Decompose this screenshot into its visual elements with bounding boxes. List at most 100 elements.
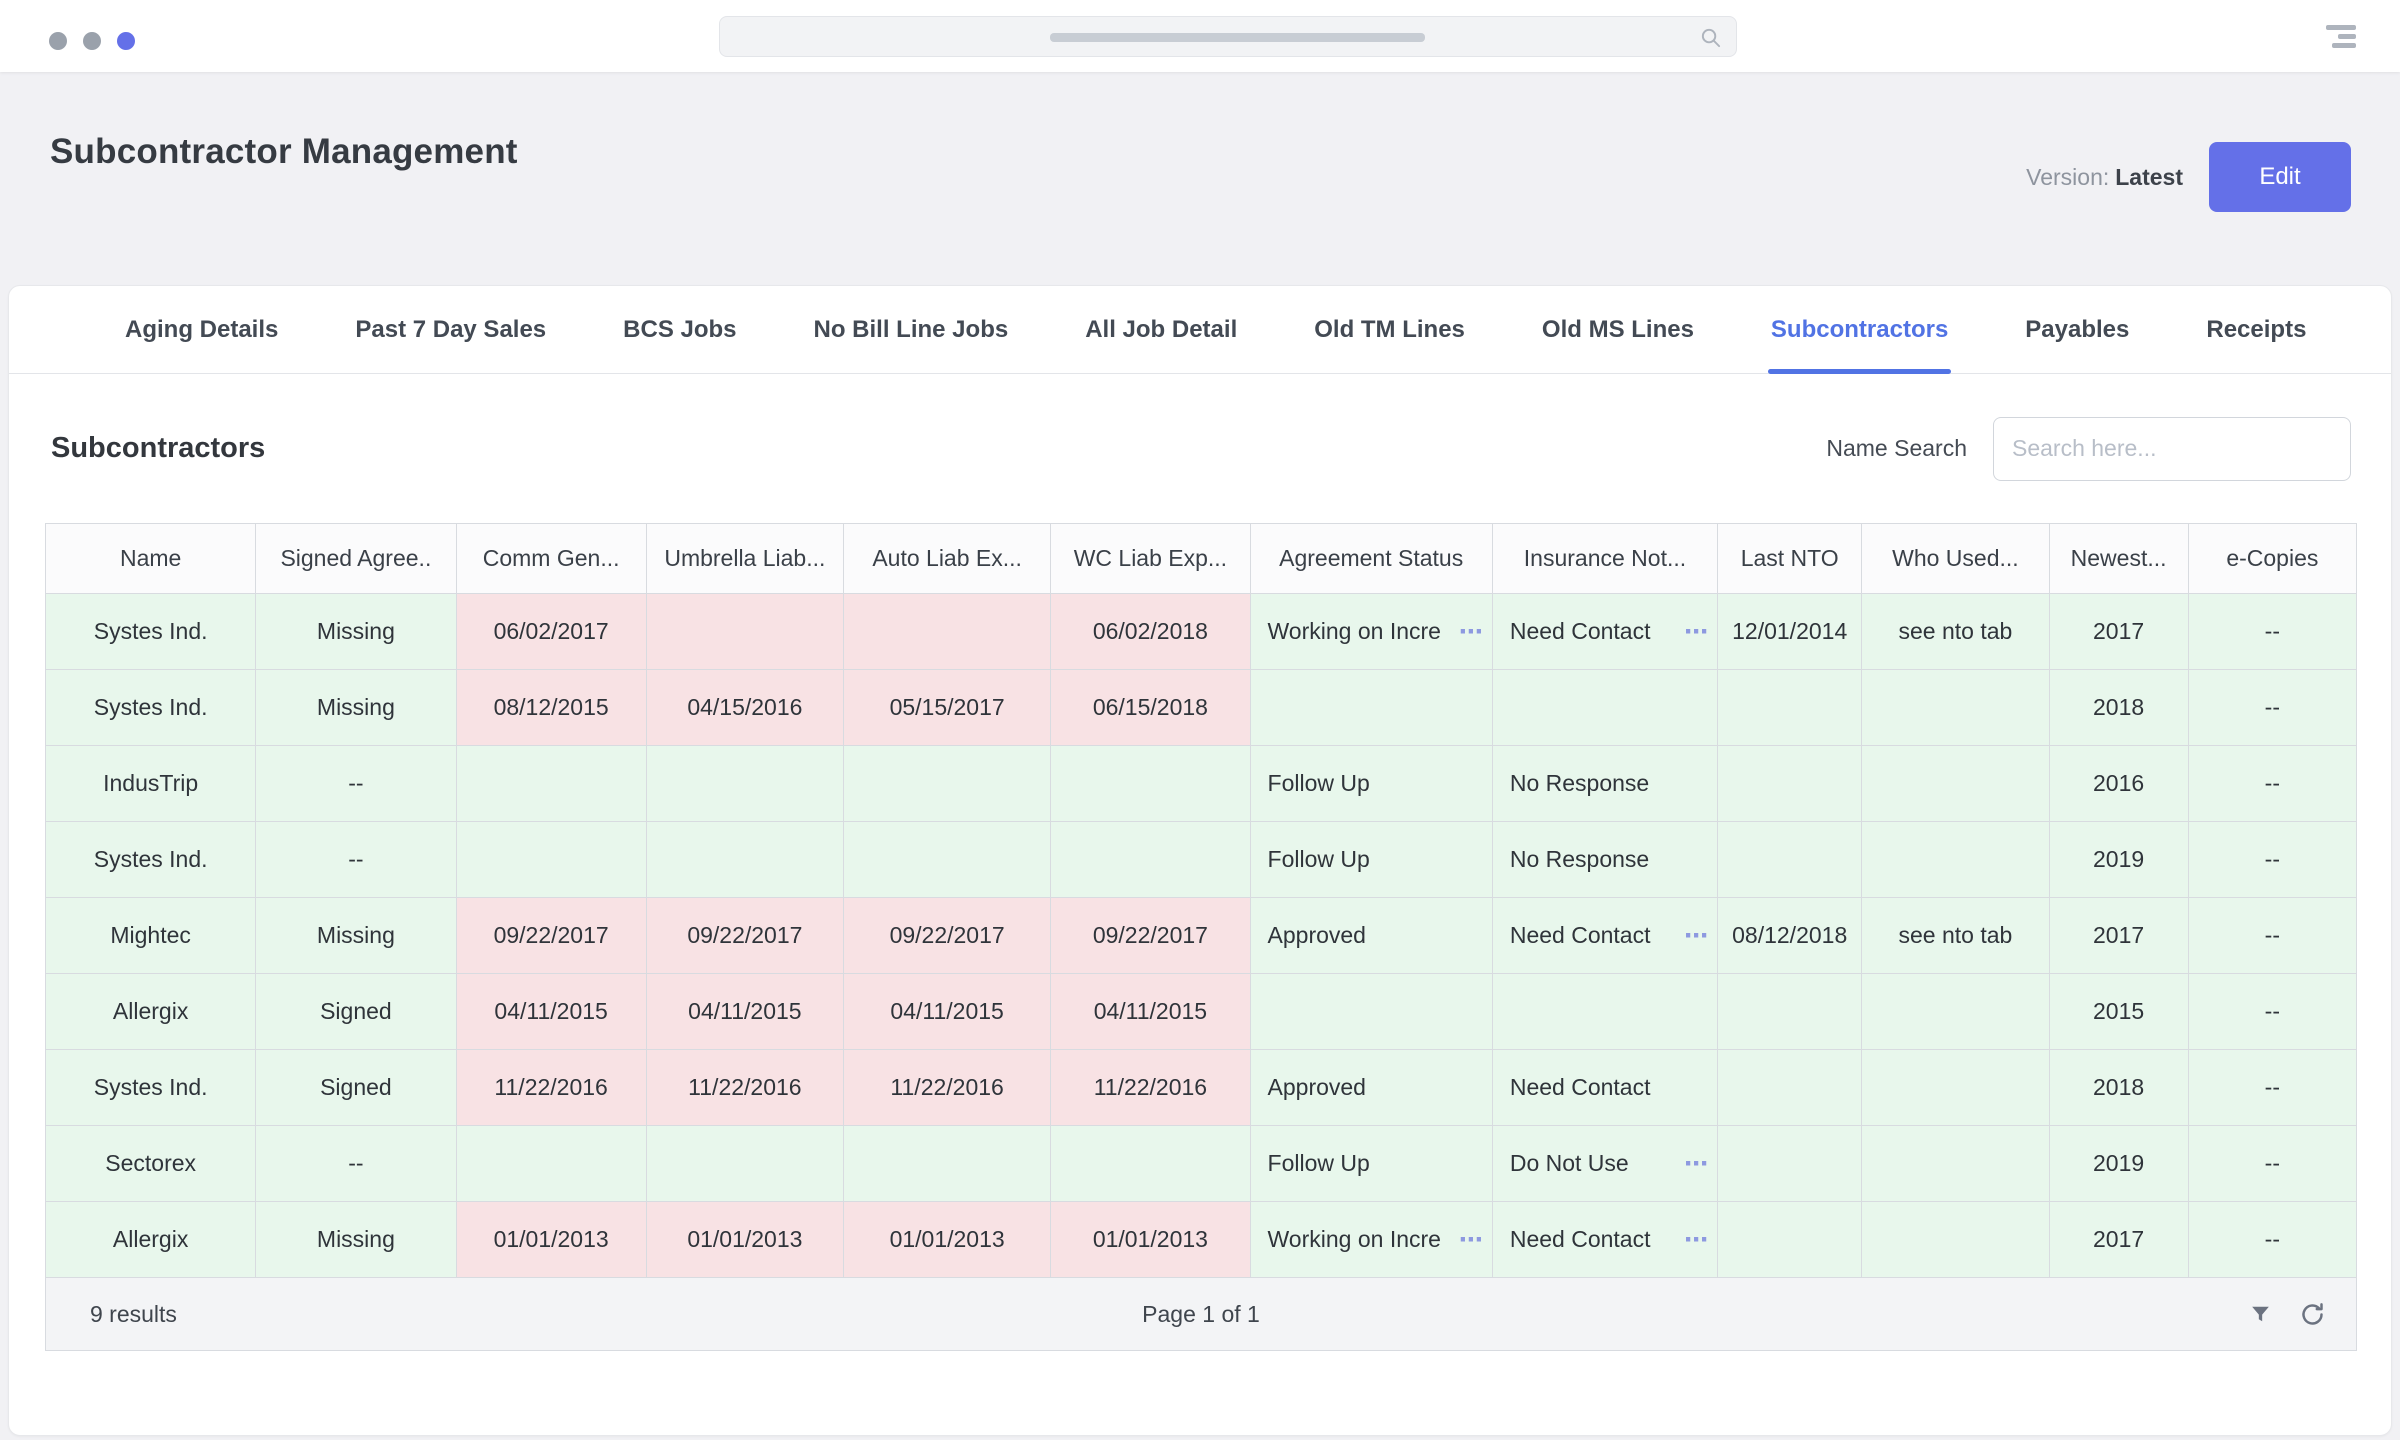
table-cell[interactable]: Working on Incre⋯ bbox=[1250, 1202, 1492, 1278]
table-cell[interactable] bbox=[1718, 1202, 1862, 1278]
table-cell[interactable]: Working on Incre⋯ bbox=[1250, 594, 1492, 670]
column-header-agreement-status[interactable]: Agreement Status bbox=[1250, 524, 1492, 594]
table-cell[interactable]: Need Contact⋯ bbox=[1492, 1202, 1717, 1278]
table-cell[interactable]: 06/02/2017 bbox=[456, 594, 646, 670]
table-cell[interactable] bbox=[1862, 822, 2049, 898]
tab-old-ms-lines[interactable]: Old MS Lines bbox=[1542, 286, 1694, 373]
table-cell[interactable]: 04/11/2015 bbox=[646, 974, 843, 1050]
table-cell[interactable]: 04/11/2015 bbox=[1051, 974, 1250, 1050]
table-cell[interactable] bbox=[1718, 670, 1862, 746]
table-cell[interactable] bbox=[1718, 1126, 1862, 1202]
edit-button[interactable]: Edit bbox=[2209, 142, 2351, 212]
table-cell[interactable]: Signed bbox=[256, 1050, 456, 1126]
table-cell[interactable]: No Response bbox=[1492, 822, 1717, 898]
table-cell[interactable]: 01/01/2013 bbox=[1051, 1202, 1250, 1278]
table-cell[interactable]: -- bbox=[2188, 1202, 2356, 1278]
table-cell[interactable]: Missing bbox=[256, 594, 456, 670]
menu-icon[interactable] bbox=[2326, 25, 2356, 48]
column-header-who-used[interactable]: Who Used... bbox=[1862, 524, 2049, 594]
table-cell[interactable] bbox=[1862, 670, 2049, 746]
column-header-name[interactable]: Name bbox=[46, 524, 256, 594]
table-cell[interactable]: Need Contact⋯ bbox=[1492, 898, 1717, 974]
table-cell[interactable]: Approved bbox=[1250, 1050, 1492, 1126]
table-cell[interactable]: see nto tab bbox=[1862, 594, 2049, 670]
table-cell[interactable]: IndusTrip bbox=[46, 746, 256, 822]
table-cell[interactable]: 2015 bbox=[2049, 974, 2188, 1050]
table-cell[interactable]: -- bbox=[2188, 1050, 2356, 1126]
table-cell[interactable]: 04/15/2016 bbox=[646, 670, 843, 746]
tab-payables[interactable]: Payables bbox=[2025, 286, 2129, 373]
table-cell[interactable]: 11/22/2016 bbox=[646, 1050, 843, 1126]
table-cell[interactable]: 2017 bbox=[2049, 594, 2188, 670]
table-cell[interactable]: -- bbox=[2188, 746, 2356, 822]
table-cell[interactable] bbox=[1051, 822, 1250, 898]
browser-search-bar[interactable] bbox=[719, 16, 1737, 57]
table-cell[interactable]: 08/12/2015 bbox=[456, 670, 646, 746]
table-cell[interactable] bbox=[646, 1126, 843, 1202]
table-cell[interactable]: 2016 bbox=[2049, 746, 2188, 822]
table-cell[interactable]: 04/11/2015 bbox=[456, 974, 646, 1050]
table-cell[interactable] bbox=[1051, 1126, 1250, 1202]
table-cell[interactable] bbox=[1718, 822, 1862, 898]
table-cell[interactable] bbox=[1718, 974, 1862, 1050]
table-cell[interactable]: Follow Up bbox=[1250, 746, 1492, 822]
truncated-text-ellipsis-icon[interactable]: ⋯ bbox=[1459, 1225, 1483, 1254]
table-cell[interactable]: Allergix bbox=[46, 1202, 256, 1278]
table-cell[interactable]: Systes Ind. bbox=[46, 670, 256, 746]
table-cell[interactable]: 11/22/2016 bbox=[844, 1050, 1051, 1126]
table-cell[interactable] bbox=[844, 594, 1051, 670]
table-cell[interactable] bbox=[1718, 746, 1862, 822]
column-header-last-nto[interactable]: Last NTO bbox=[1718, 524, 1862, 594]
truncated-text-ellipsis-icon[interactable]: ⋯ bbox=[1684, 617, 1708, 646]
table-cell[interactable]: Do Not Use⋯ bbox=[1492, 1126, 1717, 1202]
truncated-text-ellipsis-icon[interactable]: ⋯ bbox=[1459, 617, 1483, 646]
table-cell[interactable] bbox=[646, 594, 843, 670]
truncated-text-ellipsis-icon[interactable]: ⋯ bbox=[1684, 921, 1708, 950]
table-cell[interactable]: Systes Ind. bbox=[46, 822, 256, 898]
table-cell[interactable]: -- bbox=[2188, 670, 2356, 746]
table-cell[interactable]: -- bbox=[2188, 822, 2356, 898]
table-cell[interactable] bbox=[844, 822, 1051, 898]
table-cell[interactable]: No Response bbox=[1492, 746, 1717, 822]
table-cell[interactable]: -- bbox=[256, 746, 456, 822]
table-cell[interactable]: see nto tab bbox=[1862, 898, 2049, 974]
tab-bcs-jobs[interactable]: BCS Jobs bbox=[623, 286, 736, 373]
table-cell[interactable]: 09/22/2017 bbox=[456, 898, 646, 974]
column-header-comm-gen[interactable]: Comm Gen... bbox=[456, 524, 646, 594]
table-cell[interactable]: Follow Up bbox=[1250, 1126, 1492, 1202]
table-cell[interactable] bbox=[1862, 1202, 2049, 1278]
table-cell[interactable] bbox=[1862, 1050, 2049, 1126]
table-cell[interactable]: Systes Ind. bbox=[46, 594, 256, 670]
table-cell[interactable]: 09/22/2017 bbox=[844, 898, 1051, 974]
tab-receipts[interactable]: Receipts bbox=[2206, 286, 2306, 373]
table-cell[interactable]: 12/01/2014 bbox=[1718, 594, 1862, 670]
table-cell[interactable]: Allergix bbox=[46, 974, 256, 1050]
table-cell[interactable]: 11/22/2016 bbox=[456, 1050, 646, 1126]
table-cell[interactable]: -- bbox=[2188, 898, 2356, 974]
table-cell[interactable]: 11/22/2016 bbox=[1051, 1050, 1250, 1126]
window-dot-icon[interactable] bbox=[49, 32, 67, 50]
table-cell[interactable]: 2018 bbox=[2049, 1050, 2188, 1126]
table-cell[interactable] bbox=[1862, 974, 2049, 1050]
table-cell[interactable]: 05/15/2017 bbox=[844, 670, 1051, 746]
filter-icon[interactable] bbox=[2248, 1302, 2273, 1327]
truncated-text-ellipsis-icon[interactable]: ⋯ bbox=[1684, 1149, 1708, 1178]
refresh-icon[interactable] bbox=[2299, 1301, 2326, 1328]
table-cell[interactable] bbox=[646, 822, 843, 898]
table-cell[interactable]: Approved bbox=[1250, 898, 1492, 974]
window-dot-icon[interactable] bbox=[117, 32, 135, 50]
column-header-e-copies[interactable]: e-Copies bbox=[2188, 524, 2356, 594]
tab-all-job-detail[interactable]: All Job Detail bbox=[1085, 286, 1237, 373]
table-cell[interactable]: 01/01/2013 bbox=[844, 1202, 1051, 1278]
table-cell[interactable] bbox=[646, 746, 843, 822]
table-cell[interactable] bbox=[1250, 974, 1492, 1050]
table-cell[interactable]: 09/22/2017 bbox=[1051, 898, 1250, 974]
tab-old-tm-lines[interactable]: Old TM Lines bbox=[1314, 286, 1465, 373]
table-cell[interactable]: -- bbox=[2188, 1126, 2356, 1202]
table-cell[interactable]: 2018 bbox=[2049, 670, 2188, 746]
table-cell[interactable]: Need Contact bbox=[1492, 1050, 1717, 1126]
table-cell[interactable]: 2017 bbox=[2049, 1202, 2188, 1278]
table-cell[interactable]: 06/15/2018 bbox=[1051, 670, 1250, 746]
tab-aging-details[interactable]: Aging Details bbox=[125, 286, 278, 373]
table-cell[interactable]: -- bbox=[256, 822, 456, 898]
